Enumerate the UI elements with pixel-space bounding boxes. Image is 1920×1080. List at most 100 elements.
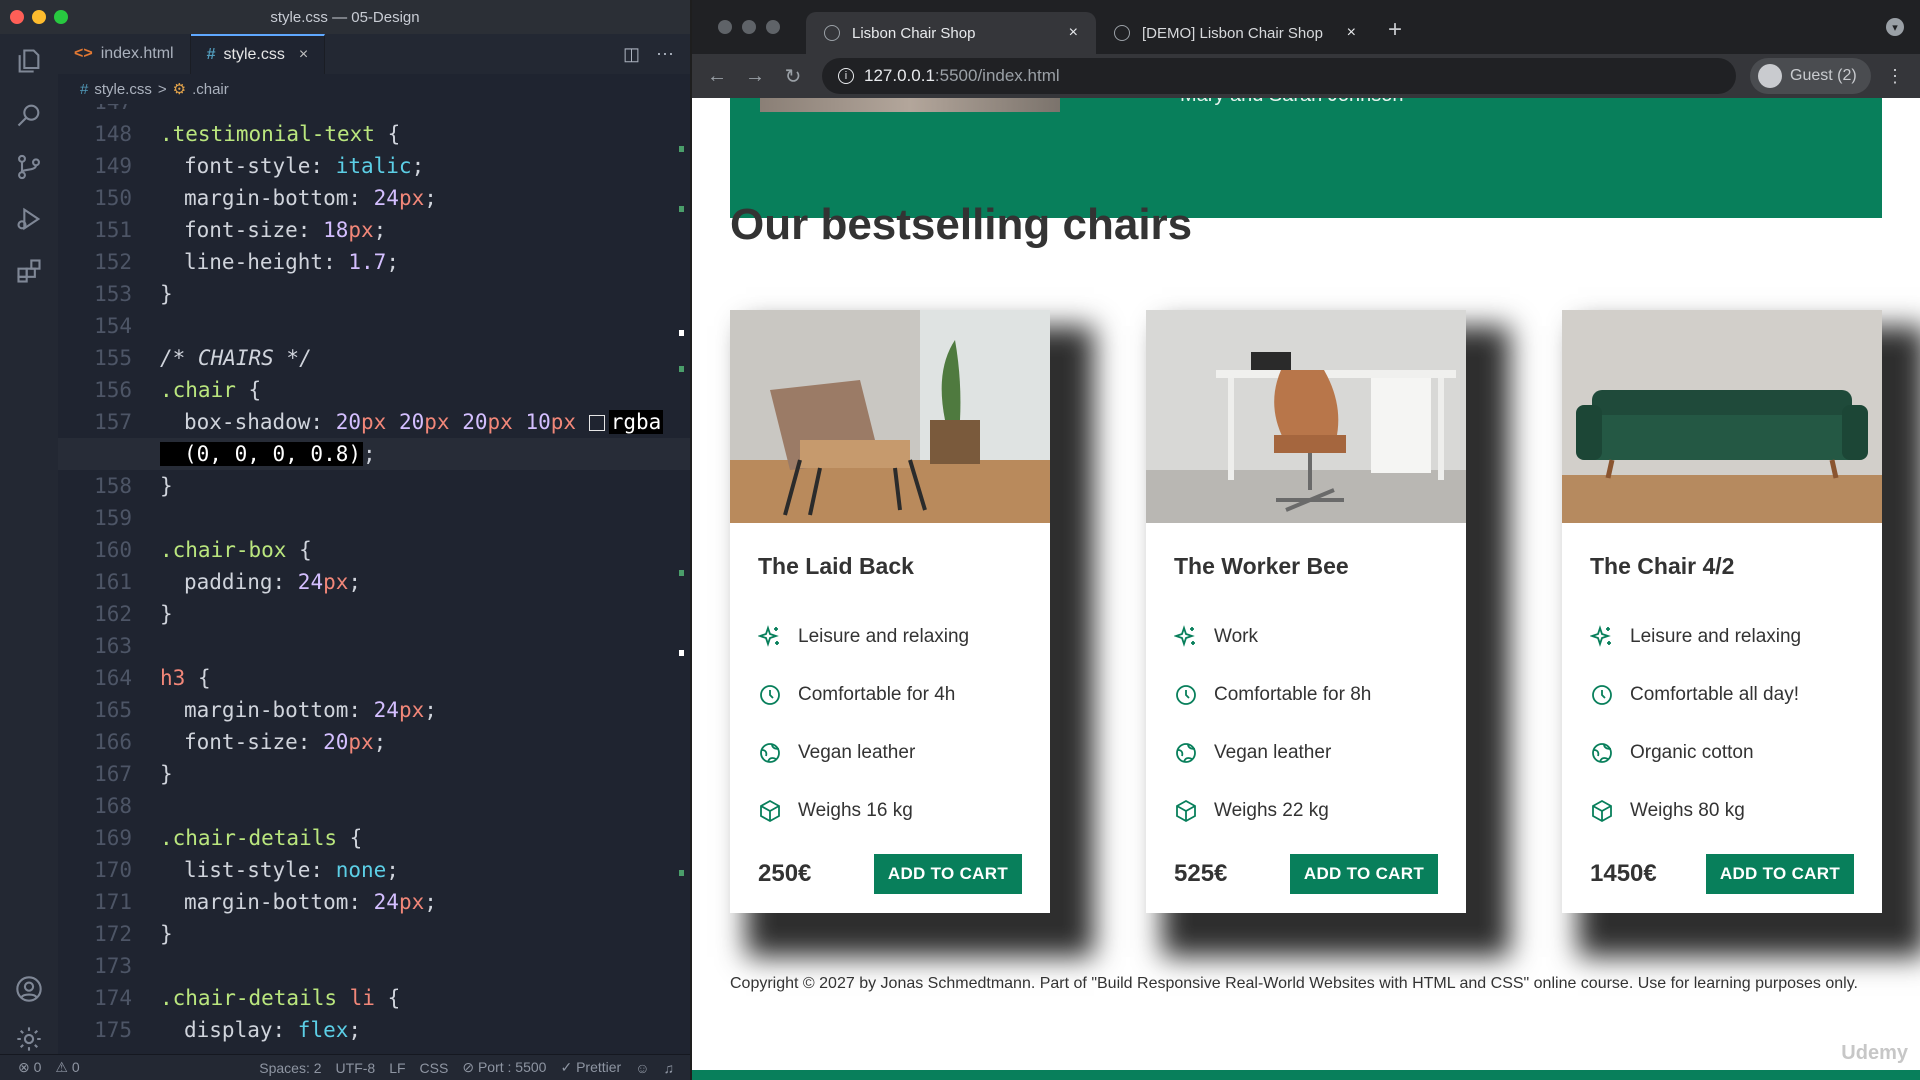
semicolon: ; [424,698,437,722]
tab-style-css[interactable]: # style.css × [190,34,326,74]
url-host: 127.0.0.1 [864,66,935,85]
browser-tab-demo[interactable]: [DEMO] Lisbon Chair Shop × [1096,12,1374,54]
code-line: 148 .testimonial-text { [58,118,690,150]
sparkles-icon [758,625,779,647]
code-line: 147 [58,104,690,118]
browser-window: Lisbon Chair Shop × [DEMO] Lisbon Chair … [692,0,1920,1080]
code-line: 166 font-size: 20px; [58,726,690,758]
semicolon: ; [386,250,399,274]
chair-detail: Work [1174,608,1438,666]
breadcrumb-file[interactable]: style.css [94,81,152,98]
close-window-button[interactable] [718,20,732,34]
add-to-cart-button[interactable]: ADD TO CART [1705,854,1854,894]
add-to-cart-button[interactable]: ADD TO CART [873,854,1022,894]
chair-detail-text: Weighs 16 kg [798,800,913,821]
window-controls [10,10,68,24]
close-tab-icon[interactable]: × [1347,24,1356,42]
new-tab-button[interactable]: + [1388,16,1402,44]
avatar-icon [1758,64,1782,88]
breadcrumb-symbol[interactable]: .chair [192,81,229,98]
split-editor-icon[interactable]: ◫ [623,44,640,65]
source-control-icon[interactable] [14,152,44,182]
language-status[interactable]: CSS [420,1060,449,1076]
back-icon[interactable]: ← [698,57,736,95]
chair-detail-text: Vegan leather [798,742,916,763]
chair-detail-text: Comfortable all day! [1630,684,1799,705]
eol-status[interactable]: LF [389,1060,405,1076]
run-debug-icon[interactable] [14,204,44,234]
site-info-icon[interactable]: i [838,68,854,84]
chair-detail: Weighs 80 kg [1590,782,1854,840]
add-to-cart-button[interactable]: ADD TO CART [1289,854,1438,894]
prettier-status[interactable]: ✓ Prettier [560,1059,621,1076]
encoding-status[interactable]: UTF-8 [336,1060,376,1076]
line-number: 147 [58,104,132,114]
search-icon[interactable] [14,100,44,130]
extensions-icon[interactable] [14,256,44,286]
line-number: 163 [94,634,132,658]
feedback-icon[interactable]: ☺ [635,1060,649,1076]
close-tab-icon[interactable]: × [299,46,308,64]
tab-index-html[interactable]: <> index.html [58,34,191,74]
files-icon[interactable] [14,46,44,76]
settings-icon[interactable] [14,1024,44,1054]
browser-tab-lisbon[interactable]: Lisbon Chair Shop × [806,12,1096,54]
overview-ruler-mark [679,650,684,656]
price-row: 1450€ ADD TO CART [1590,854,1854,894]
vscode-window: style.css — 05-Design <> index.html # st… [0,0,690,1080]
zoom-window-button[interactable] [54,10,68,24]
css-unit: px [361,410,387,434]
css-property: margin-bottom: [184,698,374,722]
overview-ruler-mark [679,870,684,876]
tab-label: index.html [100,45,174,62]
code-line: 167} [58,758,690,790]
line-number: 151 [94,218,132,242]
brace: } [160,602,173,626]
chair-title: The Chair 4/2 [1590,553,1735,579]
notifications-icon[interactable]: ♫ [664,1060,675,1076]
address-bar[interactable]: i 127.0.0.1:5500/index.html [822,58,1736,94]
profile-button[interactable]: Guest (2) [1750,58,1871,94]
price-row: 250€ ADD TO CART [758,854,1022,894]
page-viewport: Mary and Sarah Johnson Our bestselling c… [692,98,1920,1080]
css-property: display: [184,1018,298,1042]
account-icon[interactable] [14,974,44,1004]
more-actions-icon[interactable]: ⋯ [656,44,674,65]
globe-icon [1114,25,1130,41]
error-count[interactable]: ⊗ 0 [18,1059,41,1076]
css-value: italic [335,154,412,178]
reload-icon[interactable]: ↻ [774,57,812,95]
code-editor[interactable]: 147 148 .testimonial-text { 149 font-style… [58,104,690,1054]
chair-price: 525€ [1174,860,1228,887]
leaf-globe-icon [1176,743,1196,763]
css-number: 20 [323,730,349,754]
cube-icon [1592,799,1612,823]
code-line: 162} [58,598,690,630]
line-number: 170 [94,858,132,882]
css-unit: px [398,698,425,722]
tab-search-icon[interactable]: ▾ [1886,18,1904,36]
line-number: 148 [94,122,132,146]
browser-menu-icon[interactable]: ⋮ [1886,66,1904,87]
css-function-args: (0, 0, 0, 0.8) [160,442,364,466]
close-window-button[interactable] [10,10,24,24]
chair-box: The Worker Bee Work Comfortable for 8h V… [1146,523,1466,924]
chair-detail: Weighs 22 kg [1174,782,1438,840]
zoom-window-button[interactable] [766,20,780,34]
indent-status[interactable]: Spaces: 2 [259,1060,321,1076]
css-selector: .chair-details [160,986,338,1010]
color-swatch[interactable] [588,415,605,431]
minimize-window-button[interactable] [32,10,46,24]
brace: { [235,378,262,402]
minimize-window-button[interactable] [742,20,756,34]
line-number: 162 [94,602,132,626]
forward-icon[interactable]: → [736,57,774,95]
chair-image [1562,310,1882,523]
sparkles-icon [1174,625,1195,647]
close-tab-icon[interactable]: × [1069,24,1078,42]
line-number: 160 [94,538,132,562]
warning-count[interactable]: ⚠ 0 [55,1059,79,1076]
chair-detail: Vegan leather [1174,724,1438,782]
semicolon: ; [348,570,362,594]
live-server-port[interactable]: ⊘ Port : 5500 [462,1059,546,1076]
